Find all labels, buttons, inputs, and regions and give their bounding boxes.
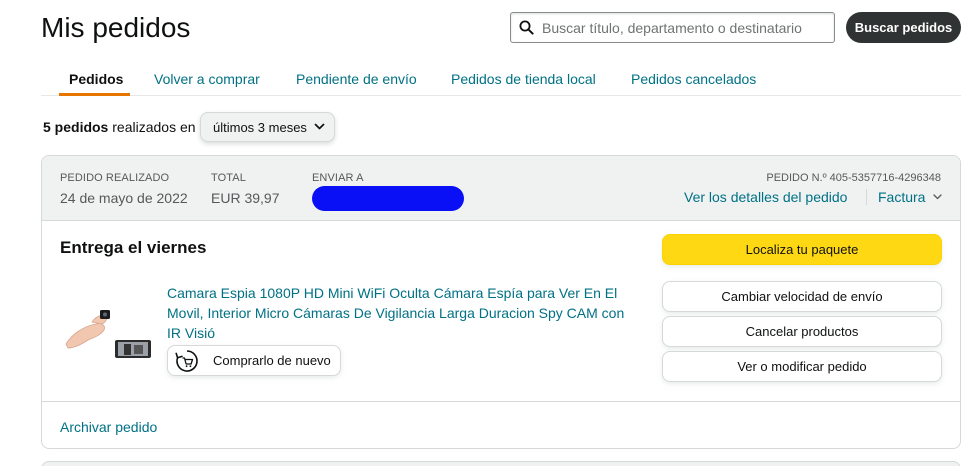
search-orders-button[interactable]: Buscar pedidos <box>846 12 961 43</box>
order-details-link[interactable]: Ver los detalles del pedido <box>684 189 847 205</box>
order-card: PEDIDO REALIZADO 24 de mayo de 2022 TOTA… <box>41 155 961 449</box>
order-header: PEDIDO REALIZADO 24 de mayo de 2022 TOTA… <box>42 156 960 221</box>
archive-order-link[interactable]: Archivar pedido <box>60 419 157 435</box>
order-number: PEDIDO N.º 405-5357716-4296348 <box>766 172 941 184</box>
header-link-divider <box>866 189 867 205</box>
search-input[interactable] <box>542 19 822 36</box>
order-card-footer: Archivar pedido <box>42 401 960 448</box>
view-modify-order-button[interactable]: Ver o modificar pedido <box>662 351 942 382</box>
redacted-recipient <box>312 186 464 211</box>
period-selected-value: últimos 3 meses <box>213 119 307 135</box>
product-image[interactable] <box>62 304 154 360</box>
page-title: Mis pedidos <box>41 12 191 43</box>
orders-summary-text: realizados en <box>112 119 196 135</box>
buy-again-button[interactable]: Comprarlo de nuevo <box>167 345 341 376</box>
order-placed-label: PEDIDO REALIZADO <box>60 172 170 184</box>
delivery-status: Entrega el viernes <box>60 238 207 257</box>
search-box[interactable] <box>510 12 835 43</box>
chevron-down-icon <box>314 123 325 130</box>
buy-again-icon <box>175 349 198 372</box>
active-tab-indicator <box>59 93 130 96</box>
tab-volver-a-comprar[interactable]: Volver a comprar <box>154 71 260 87</box>
invoice-link[interactable]: Factura <box>878 189 925 205</box>
order-total-value: EUR 39,97 <box>211 190 280 206</box>
chevron-down-icon[interactable] <box>933 194 942 200</box>
buy-again-label: Comprarlo de nuevo <box>213 353 331 368</box>
order-total-label: TOTAL <box>211 172 246 184</box>
cancel-items-button[interactable]: Cancelar productos <box>662 316 942 347</box>
tab-pedidos-tienda-local[interactable]: Pedidos de tienda local <box>451 71 596 87</box>
tab-pedidos[interactable]: Pedidos <box>69 71 123 87</box>
next-order-card <box>41 461 961 466</box>
change-delivery-speed-button[interactable]: Cambiar velocidad de envío <box>662 281 942 312</box>
search-icon <box>519 20 534 35</box>
ship-to-label: ENVIAR A <box>312 172 364 184</box>
orders-summary: 5 pedidos realizados en <box>43 119 196 135</box>
order-tabs: Pedidos Volver a comprar Pendiente de en… <box>41 60 961 96</box>
track-package-button[interactable]: Localiza tu paquete <box>662 234 942 265</box>
orders-count: 5 pedidos <box>43 119 109 135</box>
period-dropdown[interactable]: últimos 3 meses <box>200 112 335 142</box>
tab-pedidos-cancelados[interactable]: Pedidos cancelados <box>631 71 756 87</box>
tab-pendiente-de-envio[interactable]: Pendiente de envío <box>296 71 417 87</box>
product-title-link[interactable]: Camara Espia 1080P HD Mini WiFi Oculta C… <box>167 283 637 343</box>
order-placed-date: 24 de mayo de 2022 <box>60 190 188 206</box>
